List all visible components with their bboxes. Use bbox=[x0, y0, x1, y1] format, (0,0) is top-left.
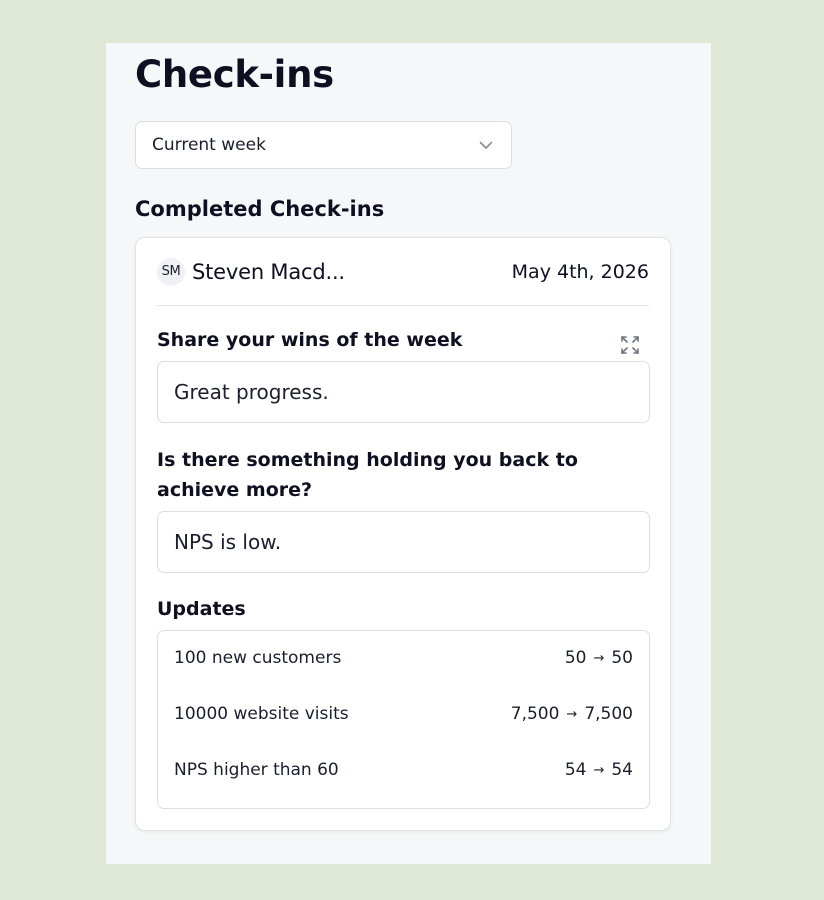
page-title: Check-ins bbox=[135, 53, 334, 96]
checkin-date: May 4th, 2026 bbox=[511, 260, 649, 283]
checkins-panel: Check-ins Current week Completed Check-i… bbox=[106, 43, 711, 864]
arrow-right-icon: → bbox=[593, 650, 605, 666]
update-name: 10000 website visits bbox=[174, 704, 349, 724]
update-values: 54 → 54 bbox=[565, 760, 633, 780]
updates-list: 100 new customers 50 → 50 10000 website … bbox=[157, 630, 650, 809]
user-name: Steven Macd... bbox=[192, 259, 345, 284]
arrow-right-icon: → bbox=[566, 706, 578, 722]
update-row: 100 new customers 50 → 50 bbox=[174, 643, 633, 673]
chevron-down-icon bbox=[477, 136, 495, 154]
expand-icon[interactable] bbox=[620, 335, 640, 355]
update-to-value: 54 bbox=[611, 760, 633, 780]
update-values: 7,500 → 7,500 bbox=[511, 704, 633, 724]
checkin-card-header: SM Steven Macd... May 4th, 2026 bbox=[157, 238, 649, 306]
update-name: NPS higher than 60 bbox=[174, 760, 339, 780]
checkin-card: SM Steven Macd... May 4th, 2026 Share yo… bbox=[135, 237, 671, 831]
arrow-right-icon: → bbox=[593, 762, 605, 778]
answer-field-wins: Great progress. bbox=[157, 361, 650, 423]
week-filter-value: Current week bbox=[152, 135, 266, 155]
updates-heading: Updates bbox=[157, 598, 246, 620]
update-from-value: 7,500 bbox=[510, 704, 560, 724]
avatar: SM bbox=[157, 257, 185, 286]
answer-field-blockers: NPS is low. bbox=[157, 511, 650, 573]
update-name: 100 new customers bbox=[174, 648, 342, 668]
question-label-wins: Share your wins of the week bbox=[157, 329, 463, 351]
update-row: NPS higher than 60 54 → 54 bbox=[174, 755, 633, 785]
update-to-value: 7,500 bbox=[584, 704, 633, 724]
question-label-blockers: Is there something holding you back to a… bbox=[157, 449, 578, 501]
update-from-value: 50 bbox=[564, 648, 587, 668]
update-from-value: 54 bbox=[564, 760, 587, 780]
checkin-user: SM Steven Macd... bbox=[157, 257, 345, 286]
update-values: 50 → 50 bbox=[565, 648, 633, 668]
update-to-value: 50 bbox=[611, 648, 633, 668]
update-row: 10000 website visits 7,500 → 7,500 bbox=[174, 699, 633, 729]
week-filter-dropdown[interactable]: Current week bbox=[135, 121, 512, 169]
completed-checkins-heading: Completed Check-ins bbox=[135, 197, 385, 221]
